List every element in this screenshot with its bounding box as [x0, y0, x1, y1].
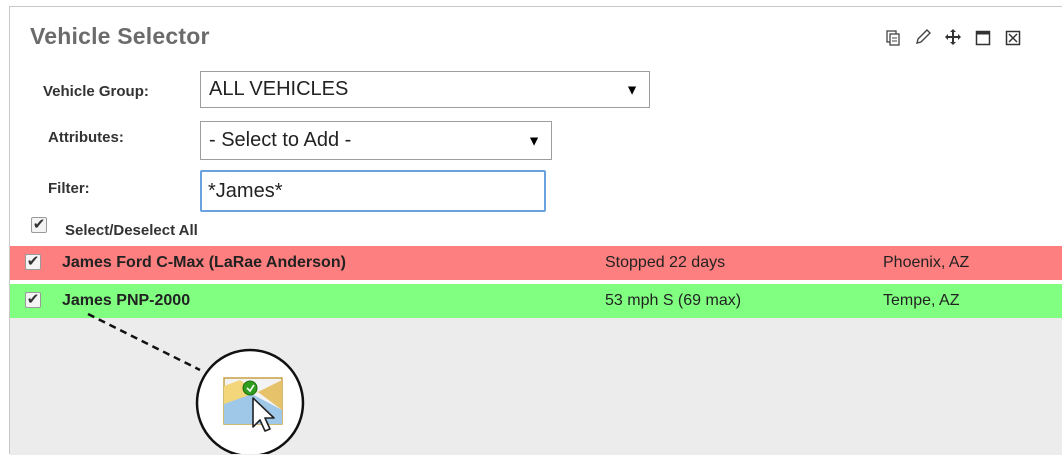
select-all-checkbox[interactable]: ✔: [31, 217, 47, 233]
edit-icon[interactable]: [908, 25, 938, 55]
maximize-icon[interactable]: [968, 25, 998, 55]
vehicle-group-select[interactable]: ALL VEHICLES ▼: [200, 71, 650, 108]
close-icon[interactable]: [998, 25, 1028, 55]
vehicle-status: 53 mph S (69 max): [605, 292, 742, 309]
vehicle-name: James Ford C-Max (LaRae Anderson): [62, 254, 346, 271]
vehicle-row[interactable]: ✔ James Ford C-Max (LaRae Anderson) Stop…: [10, 246, 1062, 280]
vehicle-checkbox[interactable]: ✔: [25, 292, 41, 308]
filter-label: Filter:: [48, 180, 90, 197]
attributes-value: - Select to Add -: [209, 129, 352, 151]
vehicle-checkbox[interactable]: ✔: [25, 254, 41, 270]
vehicle-status: Stopped 22 days: [605, 254, 726, 271]
move-icon[interactable]: [938, 25, 968, 55]
copy-icon[interactable]: [878, 25, 908, 55]
attributes-select[interactable]: - Select to Add - ▼: [200, 121, 552, 160]
vehicle-group-value: ALL VEHICLES: [209, 78, 349, 100]
window-controls: [878, 25, 1028, 55]
vehicle-location: Phoenix, AZ: [883, 254, 970, 271]
vehicle-location: Tempe, AZ: [883, 292, 960, 309]
vehicle-name: James PNP-2000: [62, 292, 191, 309]
vehicle-selector-panel: Vehicle Selector Vehicle Group: ALL VEHI…: [9, 6, 1062, 455]
attributes-label: Attributes:: [48, 129, 124, 146]
dropdown-arrow-icon: ▼: [527, 132, 541, 148]
panel-title: Vehicle Selector: [30, 23, 210, 49]
vehicle-row[interactable]: ✔ James PNP-2000 53 mph S (69 max) Tempe…: [10, 284, 1062, 318]
dropdown-arrow-icon: ▼: [625, 81, 639, 97]
vehicle-group-label: Vehicle Group:: [43, 83, 149, 100]
filter-input[interactable]: *James*: [200, 170, 546, 212]
select-all-label[interactable]: Select/Deselect All: [65, 222, 198, 239]
filter-value: *James*: [208, 180, 283, 202]
empty-list-area: [10, 318, 1062, 455]
